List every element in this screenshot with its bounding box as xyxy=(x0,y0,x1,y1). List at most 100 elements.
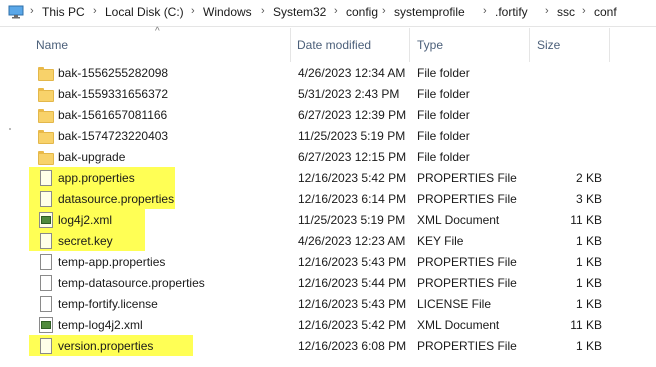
file-row[interactable]: temp-fortify.license 12/16/2023 5:43 PM LI… xyxy=(0,293,656,314)
folder-icon xyxy=(38,86,54,102)
file-name[interactable]: datasource.properties xyxy=(58,192,174,206)
folder-icon xyxy=(38,128,54,144)
file-date-modified: 6/27/2023 12:39 PM xyxy=(298,108,407,122)
breadcrumb-separator-icon[interactable]: › xyxy=(334,5,338,17)
file-name[interactable]: bak-1559331656372 xyxy=(58,87,168,101)
file-name[interactable]: bak-1561657081166 xyxy=(58,108,167,122)
column-divider[interactable] xyxy=(409,28,410,62)
file-row[interactable]: bak-1574723220403 11/25/2023 5:19 PM File … xyxy=(0,125,656,146)
column-header-name[interactable]: Name xyxy=(36,38,68,52)
file-name[interactable]: temp-log4j2.xml xyxy=(58,318,143,332)
document-icon xyxy=(38,170,53,186)
breadcrumb-item[interactable]: This PC xyxy=(42,5,85,19)
file-row[interactable]: datasource.properties 12/16/2023 6:14 PM P… xyxy=(0,188,656,209)
column-divider[interactable] xyxy=(609,28,610,62)
file-date-modified: 12/16/2023 6:08 PM xyxy=(298,339,407,353)
breadcrumb-item[interactable]: Local Disk (C:) xyxy=(105,5,184,19)
breadcrumb-separator-icon[interactable]: › xyxy=(582,5,586,17)
file-type: File folder xyxy=(417,129,470,143)
breadcrumb-separator-icon[interactable]: › xyxy=(191,5,195,17)
breadcrumb-separator-icon[interactable]: › xyxy=(30,5,34,17)
file-type: XML Document xyxy=(417,213,500,227)
file-type: PROPERTIES File xyxy=(417,192,517,206)
document-icon xyxy=(38,296,53,312)
file-date-modified: 12/16/2023 5:42 PM xyxy=(298,318,407,332)
file-date-modified: 12/16/2023 6:14 PM xyxy=(298,192,407,206)
file-row[interactable]: bak-1561657081166 6/27/2023 12:39 PM File … xyxy=(0,104,656,125)
file-list: bak-1556255282098 4/26/2023 12:34 AM File … xyxy=(0,62,656,356)
file-type: File folder xyxy=(417,87,470,101)
breadcrumb-item[interactable]: Windows xyxy=(203,5,252,19)
breadcrumb-separator-icon[interactable]: › xyxy=(483,5,487,17)
file-row[interactable]: temp-app.properties 12/16/2023 5:43 PM PRO… xyxy=(0,251,656,272)
folder-icon xyxy=(38,65,54,81)
breadcrumb-separator-icon[interactable]: › xyxy=(261,5,265,17)
column-header-size[interactable]: Size xyxy=(537,38,560,52)
file-date-modified: 4/26/2023 12:23 AM xyxy=(298,234,406,248)
file-row[interactable]: app.properties 12/16/2023 5:42 PM PROPERTI… xyxy=(0,167,656,188)
document-icon xyxy=(38,254,53,270)
sort-ascending-icon: ^ xyxy=(155,26,160,37)
file-name[interactable]: bak-1574723220403 xyxy=(58,129,168,143)
file-name[interactable]: app.properties xyxy=(58,171,135,185)
breadcrumb-item[interactable]: ssc xyxy=(557,5,575,19)
file-name[interactable]: temp-datasource.properties xyxy=(58,276,205,290)
file-date-modified: 11/25/2023 5:19 PM xyxy=(298,213,406,227)
file-row[interactable]: secret.key 4/26/2023 12:23 AM KEY File 1 KB xyxy=(0,230,656,251)
breadcrumb-separator-icon[interactable]: › xyxy=(382,5,386,17)
file-date-modified: 12/16/2023 5:43 PM xyxy=(298,255,407,269)
file-row[interactable]: bak-1556255282098 4/26/2023 12:34 AM File … xyxy=(0,62,656,83)
file-size: 1 KB xyxy=(575,339,602,353)
file-name[interactable]: version.properties xyxy=(58,339,153,353)
address-bar[interactable]: › This PC › Local Disk (C:) › Windows › System3… xyxy=(0,0,656,27)
file-row[interactable]: temp-log4j2.xml 12/16/2023 5:42 PM XML Doc… xyxy=(0,314,656,335)
document-icon xyxy=(38,191,53,207)
file-size: 1 KB xyxy=(575,297,602,311)
file-date-modified: 12/16/2023 5:42 PM xyxy=(298,171,407,185)
file-name[interactable]: log4j2.xml xyxy=(58,213,112,227)
file-name[interactable]: bak-upgrade xyxy=(58,150,125,164)
breadcrumb-item[interactable]: conf xyxy=(594,5,617,19)
file-type: PROPERTIES File xyxy=(417,171,517,185)
file-row[interactable]: bak-1559331656372 5/31/2023 2:43 PM File f… xyxy=(0,83,656,104)
column-header-row: ^ Name Date modified Type Size xyxy=(0,26,656,62)
file-name[interactable]: temp-fortify.license xyxy=(58,297,158,311)
xml-document-icon xyxy=(38,317,53,333)
file-type: KEY File xyxy=(417,234,464,248)
file-type: PROPERTIES File xyxy=(417,255,517,269)
file-type: File folder xyxy=(417,66,470,80)
file-name[interactable]: secret.key xyxy=(58,234,113,248)
document-icon xyxy=(38,338,53,354)
this-pc-icon xyxy=(8,5,24,19)
file-name[interactable]: bak-1556255282098 xyxy=(58,66,168,80)
breadcrumb-item[interactable]: systemprofile xyxy=(394,5,465,19)
file-date-modified: 6/27/2023 12:15 PM xyxy=(298,150,407,164)
column-header-type[interactable]: Type xyxy=(417,38,443,52)
breadcrumb-item[interactable]: System32 xyxy=(273,5,326,19)
column-divider[interactable] xyxy=(529,28,530,62)
file-type: LICENSE File xyxy=(417,297,492,311)
file-size: 1 KB xyxy=(575,255,602,269)
file-size: 1 KB xyxy=(575,276,602,290)
folder-icon xyxy=(38,149,54,165)
file-size: 1 KB xyxy=(575,234,602,248)
file-row[interactable]: version.properties 12/16/2023 6:08 PM PROP… xyxy=(0,335,656,356)
breadcrumb-separator-icon[interactable]: › xyxy=(545,5,549,17)
file-date-modified: 5/31/2023 2:43 PM xyxy=(298,87,400,101)
file-size: 2 KB xyxy=(575,171,602,185)
file-size: 11 KB xyxy=(570,318,602,332)
breadcrumb-item[interactable]: .fortify xyxy=(495,5,528,19)
document-icon xyxy=(38,275,53,291)
file-size: 11 KB xyxy=(570,213,602,227)
column-header-date-modified[interactable]: Date modified xyxy=(297,38,371,52)
file-type: PROPERTIES File xyxy=(417,339,517,353)
file-row[interactable]: temp-datasource.properties 12/16/2023 5:4… xyxy=(0,272,656,293)
file-name[interactable]: temp-app.properties xyxy=(58,255,165,269)
folder-icon xyxy=(38,107,54,123)
breadcrumb-separator-icon[interactable]: › xyxy=(93,5,97,17)
file-row[interactable]: bak-upgrade 6/27/2023 12:15 PM File folder xyxy=(0,146,656,167)
file-row[interactable]: log4j2.xml 11/25/2023 5:19 PM XML Document… xyxy=(0,209,656,230)
column-divider[interactable] xyxy=(290,28,291,62)
file-date-modified: 12/16/2023 5:43 PM xyxy=(298,297,407,311)
breadcrumb-item[interactable]: config xyxy=(346,5,378,19)
